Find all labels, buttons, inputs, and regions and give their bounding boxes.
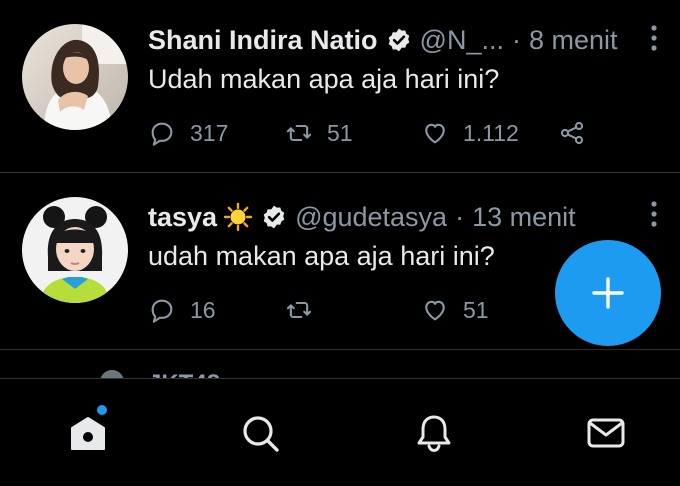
search-icon <box>243 416 279 452</box>
share-icon <box>560 121 584 145</box>
plus-icon <box>592 277 624 309</box>
share-button[interactable] <box>558 116 586 150</box>
avatar[interactable] <box>22 197 128 303</box>
like-count: 51 <box>463 296 489 323</box>
reply-button[interactable]: 317 <box>148 116 228 150</box>
retweet-count: 51 <box>327 119 353 146</box>
tweet[interactable]: Shani Indira Natio @N_... · 8 menit Udah… <box>0 0 680 172</box>
user-handle[interactable]: @N_... <box>420 23 504 57</box>
display-name: JKT48 <box>148 370 220 378</box>
retweet-button[interactable]: 51 <box>285 116 353 150</box>
verified-badge-icon <box>261 204 287 230</box>
nav-home[interactable] <box>64 409 112 457</box>
reply-icon <box>151 299 173 323</box>
nav-search[interactable] <box>236 409 284 457</box>
display-name[interactable]: tasya <box>148 200 217 234</box>
retweet-icon <box>286 124 312 142</box>
tweet-text: Udah makan apa aja hari ini? <box>148 64 500 94</box>
retweet-icon <box>286 301 312 319</box>
notification-dot <box>97 405 107 415</box>
retweet-button[interactable] <box>285 293 313 327</box>
tweet-header: tasya @gudetasya · 13 menit <box>148 200 630 234</box>
avatar[interactable] <box>22 24 128 130</box>
tweet-actions: 317 51 1.112 <box>148 116 608 150</box>
user-handle[interactable]: @gudetasya <box>295 200 447 234</box>
display-name[interactable]: Shani Indira Natio <box>148 23 378 57</box>
reply-icon <box>151 122 173 146</box>
tweet-header: Shani Indira Natio @N_... · 8 menit <box>148 23 630 57</box>
divider <box>0 349 680 350</box>
heart-icon <box>425 123 445 144</box>
sun-emoji-icon <box>223 202 253 232</box>
compose-tweet-button[interactable] <box>555 240 661 346</box>
like-count: 1.112 <box>463 119 519 146</box>
timestamp[interactable]: 8 menit <box>529 23 618 57</box>
nav-messages[interactable] <box>582 409 630 457</box>
partial-tweet[interactable]: JKT48 <box>100 366 300 378</box>
tweet-actions: 16 51 <box>148 293 608 327</box>
tweet-text: udah makan apa aja hari ini? <box>148 241 495 271</box>
like-button[interactable]: 51 <box>421 293 489 327</box>
timestamp[interactable]: 13 menit <box>472 200 576 234</box>
more-options-icon[interactable] <box>648 24 660 52</box>
notifications-icon <box>417 415 451 453</box>
separator-dot: · <box>511 25 521 55</box>
nav-notifications[interactable] <box>410 409 458 457</box>
reply-count: 16 <box>190 296 216 323</box>
home-icon <box>71 417 105 450</box>
reply-button[interactable]: 16 <box>148 293 216 327</box>
bottom-navigation <box>0 378 680 486</box>
reply-count: 317 <box>190 119 229 146</box>
more-options-icon[interactable] <box>648 200 660 228</box>
verified-badge-icon <box>386 27 412 53</box>
separator-dot: · <box>455 202 465 232</box>
messages-icon <box>587 418 625 448</box>
avatar <box>100 370 124 378</box>
heart-icon <box>425 300 445 321</box>
like-button[interactable]: 1.112 <box>421 116 519 150</box>
timeline-screen: Shani Indira Natio @N_... · 8 menit Udah… <box>0 0 680 486</box>
